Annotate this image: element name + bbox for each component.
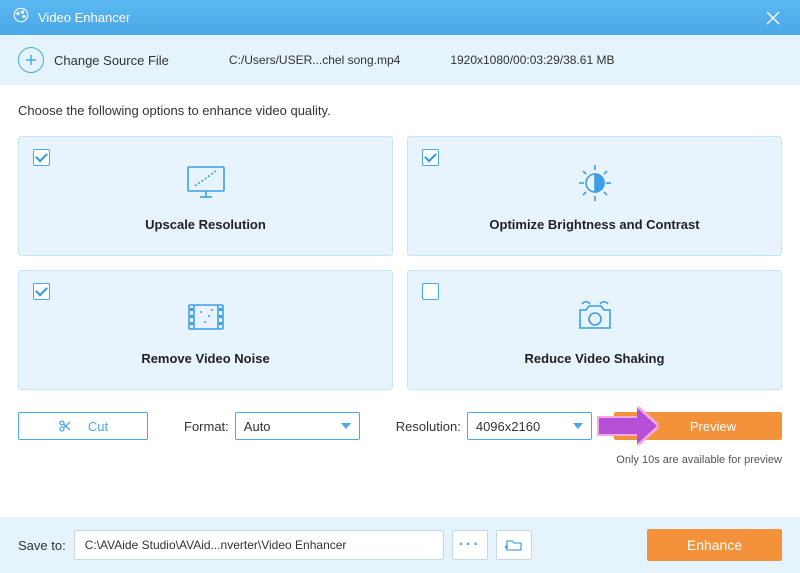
change-source-button[interactable]: [18, 47, 44, 73]
preview-note: Only 10s are available for preview: [0, 454, 800, 466]
checkbox-noise[interactable]: [33, 283, 50, 300]
resolution-value: 4096x2160: [476, 419, 540, 434]
option-remove-noise[interactable]: Remove Video Noise: [18, 270, 393, 390]
format-label: Format:: [184, 419, 229, 434]
source-filepath: C:/Users/USER...chel song.mp4: [229, 53, 400, 67]
option-label: Reduce Video Shaking: [525, 351, 665, 366]
option-upscale-resolution[interactable]: Upscale Resolution: [18, 136, 393, 256]
footer-bar: Save to: C:\AVAide Studio\AVAid...nverte…: [0, 517, 800, 573]
option-label: Optimize Brightness and Contrast: [489, 217, 699, 232]
resolution-dropdown[interactable]: 4096x2160: [467, 412, 592, 440]
format-dropdown[interactable]: Auto: [235, 412, 360, 440]
scissors-icon: [58, 419, 72, 433]
browse-button[interactable]: ···: [452, 530, 488, 560]
save-path-field[interactable]: C:\AVAide Studio\AVAid...nverter\Video E…: [74, 530, 444, 560]
cut-label: Cut: [88, 419, 108, 434]
option-label: Remove Video Noise: [141, 351, 269, 366]
folder-icon: [505, 538, 523, 552]
palette-icon: [12, 6, 30, 29]
resolution-label: Resolution:: [396, 419, 461, 434]
cut-button[interactable]: Cut: [18, 412, 148, 440]
save-path-value: C:\AVAide Studio\AVAid...nverter\Video E…: [85, 538, 347, 552]
preview-button[interactable]: Preview: [614, 412, 782, 440]
preview-label: Preview: [690, 419, 736, 434]
option-brightness-contrast[interactable]: Optimize Brightness and Contrast: [407, 136, 782, 256]
instruction-text: Choose the following options to enhance …: [18, 103, 782, 118]
brightness-icon: [571, 160, 619, 205]
enhance-label: Enhance: [687, 537, 742, 553]
enhance-button[interactable]: Enhance: [647, 529, 782, 561]
checkbox-shaking[interactable]: [422, 283, 439, 300]
open-folder-button[interactable]: [496, 530, 532, 560]
source-fileinfo: 1920x1080/00:03:29/38.61 MB: [450, 53, 614, 67]
main-content: Choose the following options to enhance …: [0, 85, 800, 440]
titlebar: Video Enhancer: [0, 0, 800, 35]
source-bar: Change Source File C:/Users/USER...chel …: [0, 35, 800, 85]
format-value: Auto: [244, 419, 271, 434]
film-noise-icon: [181, 294, 231, 339]
camera-shake-icon: [570, 294, 620, 339]
close-button[interactable]: [758, 3, 788, 33]
chevron-down-icon: [573, 423, 583, 429]
options-grid: Upscale Resolution Optimize Brightness a…: [18, 136, 782, 390]
monitor-upscale-icon: [182, 160, 230, 205]
dots-icon: ···: [459, 536, 481, 554]
chevron-down-icon: [341, 423, 351, 429]
save-to-label: Save to:: [18, 538, 66, 553]
checkbox-upscale[interactable]: [33, 149, 50, 166]
option-reduce-shaking[interactable]: Reduce Video Shaking: [407, 270, 782, 390]
checkbox-brightness[interactable]: [422, 149, 439, 166]
option-label: Upscale Resolution: [145, 217, 266, 232]
change-source-label[interactable]: Change Source File: [54, 53, 169, 68]
controls-row: Cut Format: Auto Resolution: 4096x2160 P…: [18, 412, 782, 440]
window-title: Video Enhancer: [38, 10, 130, 25]
